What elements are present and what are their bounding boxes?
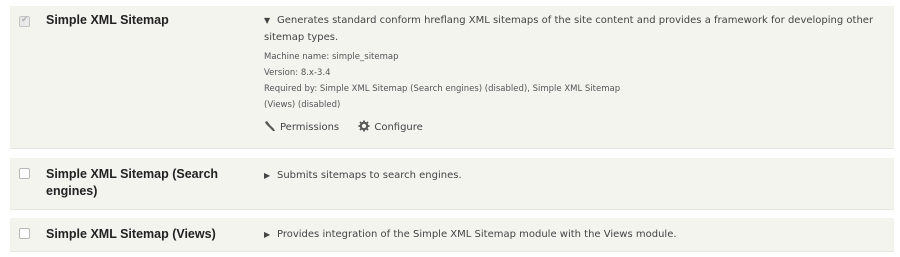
check-icon: ✔ — [21, 15, 29, 25]
module-row-search-engines: Simple XML Sitemap (Search engines) ▶ Sub… — [10, 158, 894, 210]
module-description: Submits sitemaps to search engines. — [277, 170, 462, 181]
triangle-right-icon: ▶ — [264, 171, 271, 180]
module-description-toggle[interactable]: ▶ Submits sitemaps to search engines. — [264, 167, 879, 184]
required-by: Required by: Simple XML Sitemap (Search … — [264, 84, 621, 94]
module-checkbox[interactable] — [19, 168, 30, 179]
module-description-block: ▼ Generates standard conform hreflang XML… — [264, 12, 879, 136]
wrench-icon — [265, 121, 275, 131]
module-name: Simple XML Sitemap (Search engines) — [46, 167, 219, 198]
triangle-down-icon: ▼ — [264, 16, 271, 25]
module-version: Version: 8.x-3.4 — [264, 68, 331, 78]
module-row-views: Simple XML Sitemap (Views) ▶ Provides int… — [10, 218, 894, 252]
module-links: Permissions Configure — [264, 119, 879, 136]
machine-name: Machine name: simple_sitemap — [264, 52, 399, 62]
module-checkbox[interactable]: ✔ — [19, 15, 30, 27]
module-checkbox[interactable] — [19, 228, 30, 239]
module-row-simple-sitemap: ✔ Simple XML Sitemap ▼ Generates standard… — [10, 6, 894, 149]
module-description-toggle[interactable]: ▶ Provides integration of the Simple XML … — [264, 226, 879, 243]
permissions-link[interactable]: Permissions — [264, 119, 339, 136]
module-description-toggle[interactable]: ▼ Generates standard conform hreflang XML… — [264, 12, 879, 46]
module-description: Generates standard conform hreflang XML … — [264, 15, 874, 43]
module-name: Simple XML Sitemap — [46, 13, 169, 27]
required-by-continued: (Views) (disabled) — [264, 100, 341, 110]
configure-link[interactable]: Configure — [358, 119, 423, 136]
gear-icon — [358, 120, 370, 132]
module-name: Simple XML Sitemap (Views) — [46, 227, 216, 241]
module-description: Provides integration of the Simple XML S… — [277, 229, 677, 240]
triangle-right-icon: ▶ — [264, 230, 271, 239]
